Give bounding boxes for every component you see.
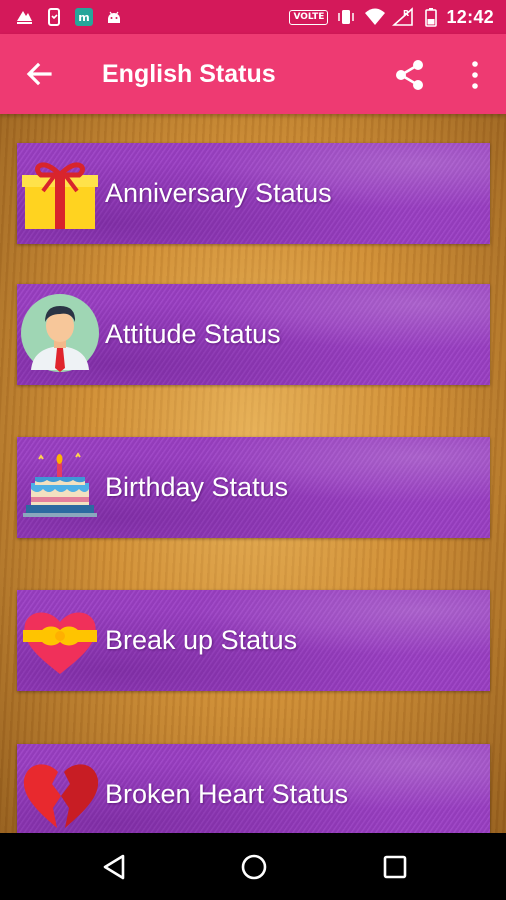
volte-badge: VOLTE (289, 9, 329, 25)
system-nav-bar (0, 833, 506, 900)
gift-heart-icon (23, 612, 97, 674)
item-label: Break up Status (105, 625, 298, 655)
nav-home-button[interactable] (239, 852, 269, 882)
arrow-left-icon (26, 62, 52, 86)
vibrate-icon (336, 7, 356, 27)
item-label: Broken Heart Status (105, 779, 349, 809)
roaming-indicator: R (403, 9, 409, 18)
overflow-menu-button[interactable] (466, 59, 484, 91)
list-item-broken-heart[interactable]: Broken Heart Status (17, 744, 490, 833)
m-app-icon: m (74, 7, 94, 27)
page-title: English Status (102, 60, 276, 88)
list-item-anniversary[interactable]: Anniversary Status (17, 143, 490, 244)
app-bar: English Status (0, 34, 506, 114)
svg-text:m: m (78, 11, 89, 24)
status-bar: m VOLTE R 12:42 (0, 0, 506, 34)
system-icons: VOLTE R 12:42 (289, 6, 494, 28)
nav-recents-icon (383, 855, 407, 879)
list-item-breakup[interactable]: Break up Status (17, 590, 490, 691)
phone-vibrate-icon (44, 7, 64, 27)
gift-box-icon (22, 162, 98, 229)
signal-icon: R (392, 7, 416, 27)
nav-back-icon (103, 854, 125, 880)
clock: 12:42 (446, 6, 494, 27)
android-icon (104, 7, 124, 27)
share-button[interactable] (393, 58, 427, 92)
nav-back-button[interactable] (99, 852, 129, 882)
nav-recents-button[interactable] (380, 852, 410, 882)
more-vert-icon (472, 61, 478, 89)
share-icon (396, 60, 423, 90)
list-item-birthday[interactable]: Birthday Status (17, 437, 490, 538)
category-list[interactable]: Anniversary Status Attitude Status Birth… (0, 114, 506, 833)
list-item-attitude[interactable]: Attitude Status (17, 284, 490, 385)
back-button[interactable] (24, 59, 54, 89)
broken-heart-icon (23, 764, 99, 828)
notification-icons: m (14, 6, 124, 28)
nav-home-icon (241, 854, 267, 880)
item-label: Attitude Status (105, 319, 281, 349)
battery-icon (424, 7, 438, 27)
man-avatar-icon (21, 294, 99, 372)
birthday-cake-icon (23, 452, 97, 517)
wifi-icon (364, 7, 386, 27)
item-label: Anniversary Status (105, 178, 332, 208)
item-label: Birthday Status (105, 472, 289, 502)
upload-icon (14, 7, 34, 27)
